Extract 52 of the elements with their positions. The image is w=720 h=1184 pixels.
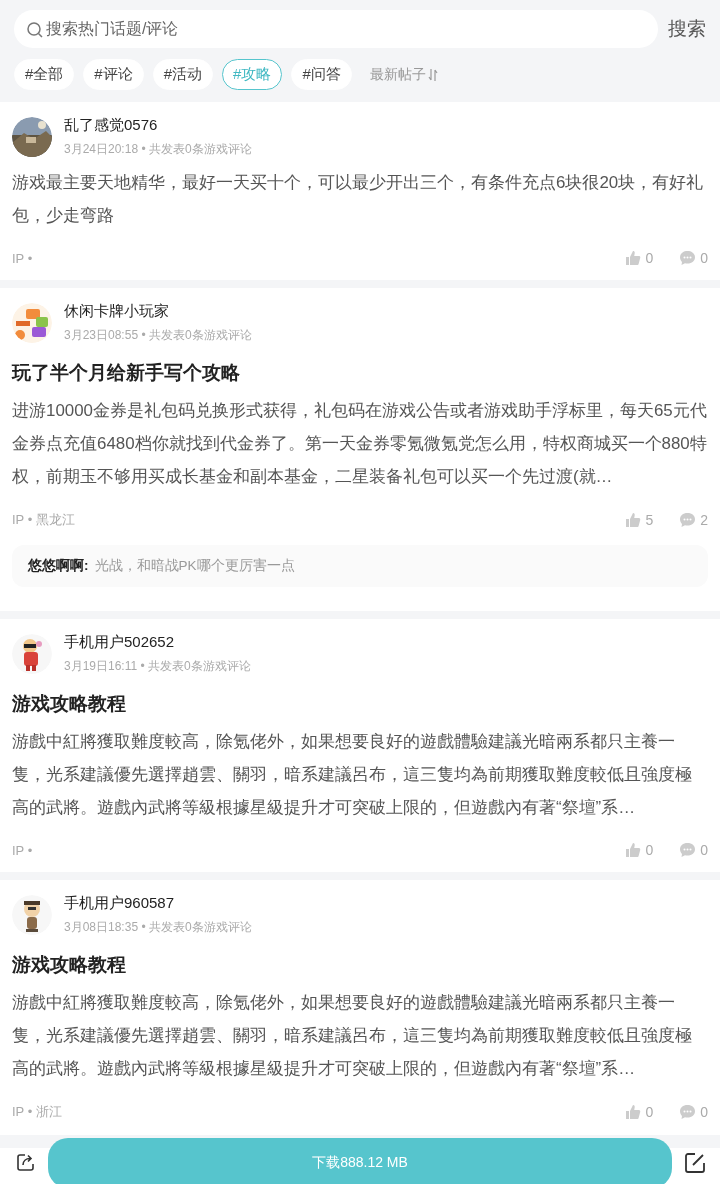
like-count: 0 bbox=[645, 1104, 654, 1120]
comment-icon[interactable] bbox=[679, 1104, 697, 1120]
author-name[interactable]: 手机用户502652 bbox=[64, 633, 251, 652]
author-name[interactable]: 手机用户960587 bbox=[64, 894, 252, 913]
comment-count: 0 bbox=[700, 1104, 708, 1120]
post-body: 游戏最主要天地精华，最好一天买十个，可以最少开出三个，有条件充点6块很20块，有好礼包，少走弯路 bbox=[12, 172, 705, 227]
like-count: 5 bbox=[645, 512, 654, 528]
post-body: 游戲中紅將獲取難度較高，除氪佬外，如果想要良好的遊戲體驗建議光暗兩系都只主養一隻，光系建議優先選擇趙雲、關羽，暗系建議呂布，這三隻均為前期獲取難度較低且強度極高的武將。遊戲內武將等級根據星級提升才可突破上限的，但遊戲內有著“祭壇”系… bbox=[12, 731, 693, 819]
sort-icon bbox=[427, 67, 438, 82]
post-meta: 3月19日16:11 • 共发表0条游戏评论 bbox=[64, 658, 251, 675]
filter-tab[interactable]: #问答 bbox=[291, 59, 352, 90]
ip-location: IP • bbox=[12, 842, 34, 858]
share-icon[interactable] bbox=[16, 1152, 36, 1172]
ip-location: IP • 浙江 bbox=[12, 1103, 63, 1121]
ip-location: IP • 黑龙江 bbox=[12, 511, 76, 529]
post-title: 游戏攻略教程 bbox=[12, 953, 127, 977]
post-title: 玩了半个月给新手写个攻略 bbox=[12, 361, 241, 385]
post-body: 游戲中紅將獲取難度較高，除氪佬外，如果想要良好的遊戲體驗建議光暗兩系都只主養一隻，光系建議優先選擇趙雲、關羽，暗系建議呂布，這三隻均為前期獲取難度較低且強度極高的武將。遊戲內武將等級根據星級提升才可突破上限的，但遊戲內有著“祭壇”系… bbox=[12, 992, 693, 1080]
thumbs-up-icon[interactable] bbox=[625, 1104, 642, 1120]
comment-icon[interactable] bbox=[679, 512, 697, 528]
filter-tab[interactable]: #全部 bbox=[14, 59, 75, 90]
post-body: 进游10000金券是礼包码兑换形式获得，礼包码在游戏公告或者游戏助手浮标里，每天65元代金券点充值6480档你就找到代金券了。第一天金券零氪微氪党怎么用，特权商城买一个880特权，前期玉不够用买成长基金和副本基金，二星装备礼包可以买一个先过渡(就… bbox=[12, 400, 708, 488]
comment-count: 2 bbox=[700, 512, 708, 528]
post-card[interactable] bbox=[0, 288, 720, 611]
comment-icon[interactable] bbox=[679, 842, 697, 858]
ip-location: IP • bbox=[12, 250, 34, 266]
comment-count: 0 bbox=[700, 250, 708, 266]
post-card[interactable]: 手机用户960587 3月08日18:35 • 共发表0条游戏评论 游戏攻略教程 游戲中紅將獲取難度較高，除氪佬外，如果想要良好的遊戲體驗建議光暗兩系都只主養一隻，光系建議優先選擇趙雲、關羽，暗系建議呂布，這三隻均為前期獲取難度較低且強度極高的武將。遊戲內武將等級根據星級提升才可突破上限的，但遊戲內有著“祭壇”系… IP • 浙江 0 0 bbox=[0, 880, 720, 1135]
search-button[interactable]: 搜索 bbox=[668, 16, 706, 42]
like-count: 0 bbox=[645, 842, 654, 858]
reply-text: 光战，和暗战PK哪个更厉害一点 bbox=[94, 557, 295, 575]
comment-count: 0 bbox=[700, 842, 708, 858]
edit-icon[interactable] bbox=[684, 1152, 706, 1174]
filter-tab[interactable]: #评论 bbox=[83, 59, 144, 90]
reply-preview[interactable]: 悠悠啊啊: 光战，和暗战PK哪个更厉害一点 bbox=[12, 545, 708, 587]
author-name[interactable]: 休闲卡牌小玩家 bbox=[64, 302, 252, 321]
post-card[interactable]: 乱了感觉0576 3月24日20:18 • 共发表0条游戏评论 游戏最主要天地精华，最好一天买十个，可以最少开出三个，有条件充点6块很20块，有好礼包，少走弯路 IP • 0 0 bbox=[0, 102, 720, 280]
post-title: 游戏攻略教程 bbox=[12, 692, 127, 716]
comment-icon[interactable] bbox=[679, 250, 697, 266]
search-icon bbox=[26, 21, 43, 38]
reply-author: 悠悠啊啊: bbox=[28, 557, 89, 575]
filter-tab[interactable]: #活动 bbox=[152, 59, 214, 90]
thumbs-up-icon[interactable] bbox=[625, 250, 642, 266]
author-name[interactable]: 乱了感觉0576 bbox=[64, 116, 252, 135]
thumbs-up-icon[interactable] bbox=[625, 842, 642, 858]
post-card[interactable]: 手机用户502652 3月19日16:11 • 共发表0条游戏评论 游戏攻略教程 游戲中紅將獲取難度較高，除氪佬外，如果想要良好的遊戲體驗建議光暗兩系都只主養一隻，光系建議優先選擇趙雲、關羽，暗系建議呂布，這三隻均為前期獲取難度較低且強度極高的武將。遊戲內武將等級根據星級提升才可突破上限的，但遊戲內有著“祭壇”系… IP • 0 0 bbox=[0, 619, 720, 872]
post-meta: 3月08日18:35 • 共发表0条游戏评论 bbox=[64, 919, 252, 936]
search-field[interactable]: 搜索热门话题/评论 bbox=[14, 10, 658, 48]
thumbs-up-icon[interactable] bbox=[625, 512, 642, 528]
like-count: 0 bbox=[645, 250, 654, 266]
post-meta: 3月23日08:55 • 共发表0条游戏评论 bbox=[64, 327, 252, 344]
post-meta: 3月24日20:18 • 共发表0条游戏评论 bbox=[64, 141, 252, 158]
